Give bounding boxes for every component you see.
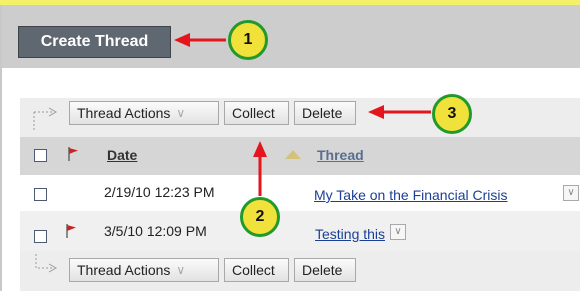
callout-marker-3: 3: [432, 94, 472, 134]
callout-marker-1: 1: [228, 20, 268, 60]
annotation-arrows: [174, 33, 431, 196]
callout-marker-2: 2: [240, 197, 280, 237]
